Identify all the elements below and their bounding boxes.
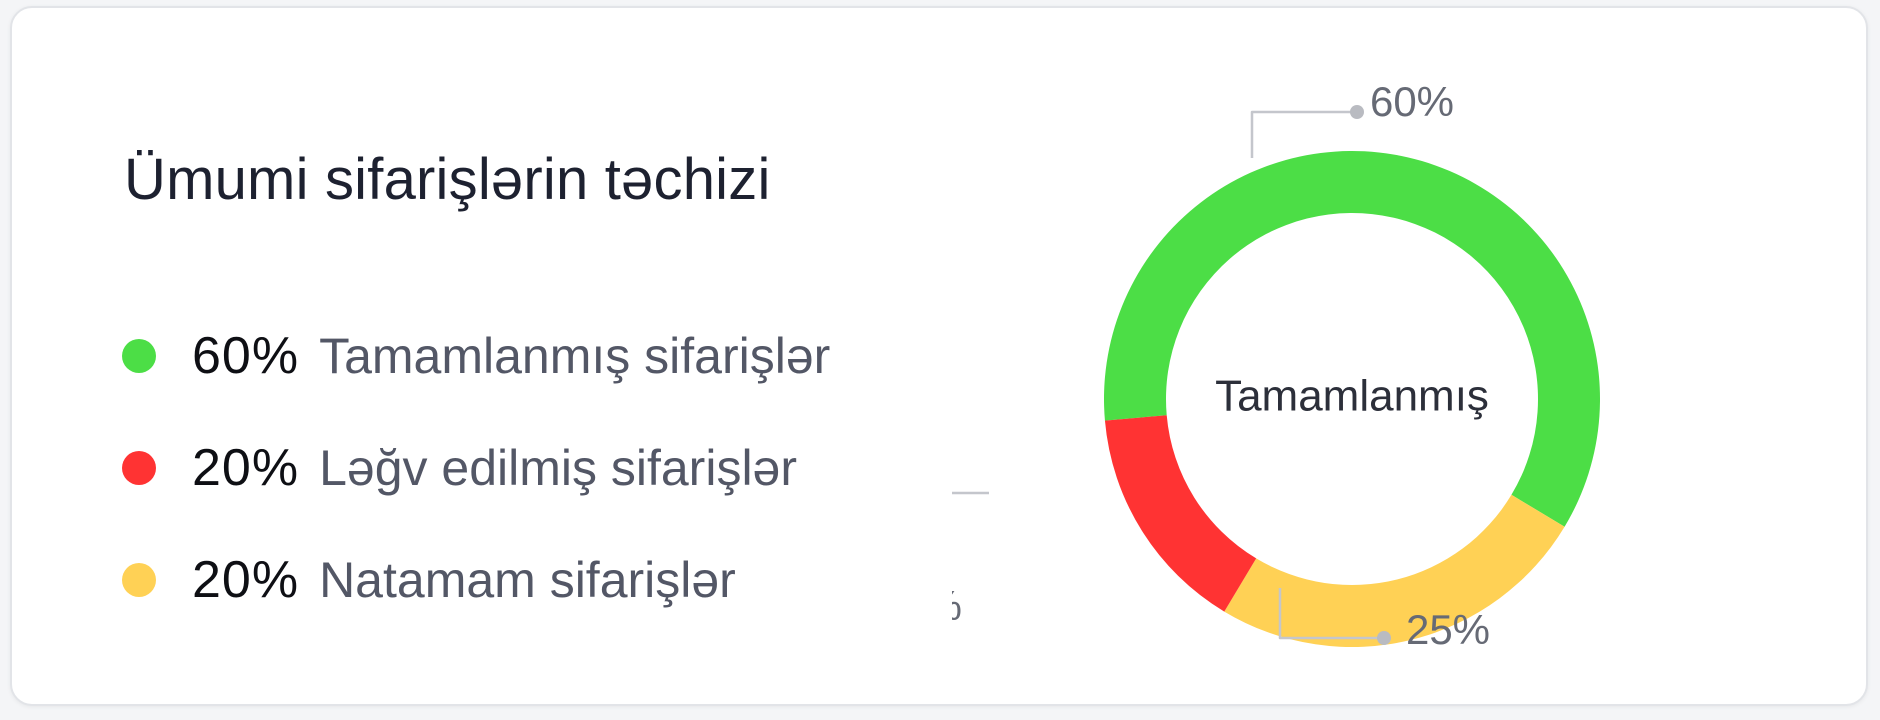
legend-item-cancelled: 20% Ləğv edilmiş sifarişlər (122, 412, 830, 524)
chart-legend: 60% Tamamlanmış sifarişlər 20% Ləğv edil… (122, 300, 830, 636)
slice-value-label: 15% (952, 582, 962, 629)
legend-percent: 20% (192, 439, 300, 497)
legend-dot-icon (122, 339, 156, 373)
legend-label: Ləğv edilmiş sifarişlər (319, 440, 798, 496)
callout-leader-line (898, 491, 989, 559)
legend-label: Natamam sifarişlər (319, 552, 736, 608)
legend-dot-icon (122, 451, 156, 485)
slice-value-label: 60% (1370, 78, 1454, 125)
donut-chart: 60% 25% 15% Tamamlanmış (878, 68, 1812, 688)
card-title: Ümumi sifarişlərin təchizi (124, 147, 771, 212)
legend-percent: 20% (192, 551, 300, 609)
slice-value-label: 25% (1406, 606, 1490, 653)
donut-center-label: Tamamlanmış (1215, 372, 1489, 421)
donut-chart-svg: 60% 25% 15% Tamamlanmış (878, 78, 1600, 653)
donut-slice (1104, 415, 1257, 612)
donut-slice (1224, 494, 1565, 647)
callout-leader-line (1250, 110, 1357, 158)
legend-item-completed: 60% Tamamlanmış sifarişlər (122, 300, 830, 412)
callout-dot (1350, 105, 1364, 119)
legend-dot-icon (122, 563, 156, 597)
order-distribution-card: Ümumi sifarişlərin təchizi 60% Tamamlanm… (10, 6, 1868, 706)
legend-percent: 60% (192, 327, 300, 385)
legend-label: Tamamlanmış sifarişlər (319, 328, 831, 384)
callout-dot (1377, 631, 1391, 645)
legend-item-incomplete: 20% Natamam sifarişlər (122, 524, 830, 636)
